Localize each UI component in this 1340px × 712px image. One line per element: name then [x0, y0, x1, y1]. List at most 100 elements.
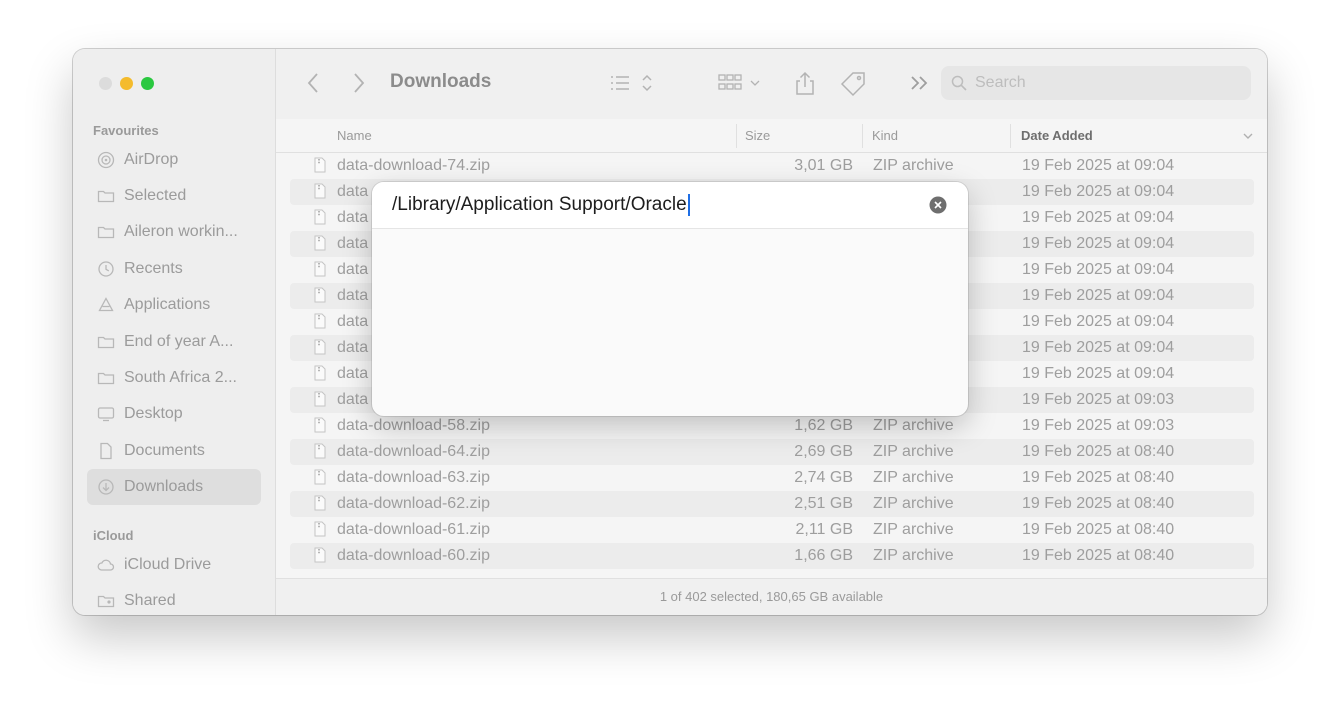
document-icon	[100, 442, 112, 460]
file-name: data	[337, 209, 369, 226]
column-header-name[interactable]: Name	[337, 128, 372, 143]
go-to-folder-dialog: /Library/Application Support/Oracle	[372, 182, 968, 416]
file-date: 19 Feb 2025 at 08:40	[1022, 521, 1175, 538]
column-header-row: Name Size Kind Date Added	[276, 119, 1267, 153]
sidebar-item-downloads[interactable]: Downloads	[87, 469, 261, 505]
zip-file-icon	[314, 209, 326, 225]
back-button[interactable]	[306, 71, 320, 95]
file-name: data-download-64.zip	[337, 443, 490, 460]
sidebar-item-documents[interactable]: Documents	[87, 433, 261, 469]
sidebar-item-aileron-working[interactable]: Aileron workin...	[87, 214, 261, 250]
sidebar-item-icloud-drive[interactable]: iCloud Drive	[87, 547, 261, 583]
folder-icon	[97, 226, 115, 239]
file-date: 19 Feb 2025 at 09:04	[1022, 339, 1175, 356]
file-row[interactable]: data-download-74.zip 3,01 GB ZIP archive…	[290, 153, 1254, 179]
zip-file-icon	[314, 183, 326, 199]
sidebar-item-label: Applications	[124, 296, 211, 313]
path-input-field[interactable]: /Library/Application Support/Oracle	[372, 182, 968, 229]
file-date: 19 Feb 2025 at 08:40	[1022, 547, 1175, 564]
file-name: data	[337, 391, 369, 408]
clear-input-icon[interactable]	[929, 196, 947, 214]
zip-file-icon	[314, 469, 326, 485]
sidebar-item-south-africa[interactable]: South Africa 2...	[87, 360, 261, 396]
share-icon[interactable]	[792, 71, 818, 97]
sidebar-item-label: South Africa 2...	[124, 369, 237, 386]
group-by-icon[interactable]	[717, 71, 767, 95]
file-row[interactable]: data-download-58.zip 1,62 GB ZIP archive…	[290, 413, 1254, 439]
sidebar-item-recents[interactable]: Recents	[87, 251, 261, 287]
path-input-value[interactable]: /Library/Application Support/Oracle	[392, 194, 690, 216]
more-toolbar-icon[interactable]	[908, 71, 932, 95]
sidebar-item-airdrop[interactable]: AirDrop	[87, 142, 261, 178]
file-name: data-download-63.zip	[337, 469, 490, 486]
maximize-window-button[interactable]	[141, 77, 154, 90]
zip-file-icon	[314, 313, 326, 329]
window-title: Downloads	[390, 71, 492, 92]
sidebar-item-selected[interactable]: Selected	[87, 178, 261, 214]
airdrop-icon	[97, 151, 115, 169]
file-date: 19 Feb 2025 at 08:40	[1022, 495, 1175, 512]
cloud-icon	[97, 559, 115, 571]
sidebar-item-label: Selected	[124, 187, 187, 204]
sidebar-item-label: End of year A...	[124, 333, 234, 350]
zip-file-icon	[314, 235, 326, 251]
zip-file-icon	[314, 391, 326, 407]
file-date: 19 Feb 2025 at 09:04	[1022, 313, 1175, 330]
search-field[interactable]: Search	[941, 66, 1251, 100]
file-row[interactable]: data-download-62.zip 2,51 GB ZIP archive…	[290, 491, 1254, 517]
file-date: 19 Feb 2025 at 09:04	[1022, 157, 1175, 174]
forward-button[interactable]	[352, 71, 366, 95]
column-divider	[862, 124, 863, 148]
file-size: 3,01 GB	[794, 157, 853, 174]
list-view-icon[interactable]	[609, 71, 659, 95]
file-date: 19 Feb 2025 at 09:04	[1022, 209, 1175, 226]
file-date: 19 Feb 2025 at 08:40	[1022, 443, 1175, 460]
file-name: data	[337, 183, 369, 200]
path-suggestions-list	[372, 229, 968, 416]
zip-file-icon	[314, 365, 326, 381]
file-name: data-download-58.zip	[337, 417, 490, 434]
sidebar-item-shared[interactable]: Shared	[87, 583, 261, 615]
minimize-window-button[interactable]	[120, 77, 133, 90]
column-header-kind[interactable]: Kind	[872, 128, 898, 143]
zip-file-icon	[314, 261, 326, 277]
sort-descending-icon[interactable]	[1242, 132, 1254, 140]
file-size: 1,62 GB	[794, 417, 853, 434]
file-date: 19 Feb 2025 at 09:04	[1022, 365, 1175, 382]
download-icon	[98, 479, 114, 495]
file-row[interactable]: data-download-60.zip 1,66 GB ZIP archive…	[290, 543, 1254, 569]
file-row[interactable]: data-download-64.zip 2,69 GB ZIP archive…	[290, 439, 1254, 465]
sidebar-section-favourites: Favourites	[93, 123, 159, 138]
sidebar-item-label: Desktop	[124, 405, 183, 422]
folder-icon	[97, 336, 115, 349]
folder-icon	[97, 372, 115, 385]
close-window-button[interactable]	[99, 77, 112, 90]
tag-icon[interactable]	[839, 71, 869, 97]
file-row[interactable]: data-download-61.zip 2,11 GB ZIP archive…	[290, 517, 1254, 543]
file-size: 2,74 GB	[794, 469, 853, 486]
file-size: 2,51 GB	[794, 495, 853, 512]
file-name: data-download-61.zip	[337, 521, 490, 538]
clock-icon	[98, 261, 114, 277]
zip-file-icon	[314, 287, 326, 303]
zip-file-icon	[314, 547, 326, 563]
file-name: data	[337, 365, 369, 382]
sidebar-item-desktop[interactable]: Desktop	[87, 396, 261, 432]
file-kind: ZIP archive	[873, 547, 954, 564]
column-header-date-added[interactable]: Date Added	[1021, 128, 1093, 143]
column-header-size[interactable]: Size	[745, 128, 770, 143]
file-size: 2,11 GB	[795, 521, 853, 538]
file-date: 19 Feb 2025 at 09:03	[1022, 417, 1175, 434]
sidebar-section-icloud: iCloud	[93, 528, 134, 543]
file-row[interactable]: data-download-63.zip 2,74 GB ZIP archive…	[290, 465, 1254, 491]
zip-file-icon	[314, 417, 326, 433]
file-date: 19 Feb 2025 at 09:04	[1022, 287, 1175, 304]
file-date: 19 Feb 2025 at 09:04	[1022, 261, 1175, 278]
sidebar-item-applications[interactable]: Applications	[87, 287, 261, 323]
file-name: data	[337, 313, 369, 330]
sidebar-item-end-of-year[interactable]: End of year A...	[87, 324, 261, 360]
status-bar: 1 of 402 selected, 180,65 GB available	[276, 578, 1267, 615]
zip-file-icon	[314, 157, 326, 173]
file-kind: ZIP archive	[873, 521, 954, 538]
file-name: data-download-60.zip	[337, 547, 490, 564]
